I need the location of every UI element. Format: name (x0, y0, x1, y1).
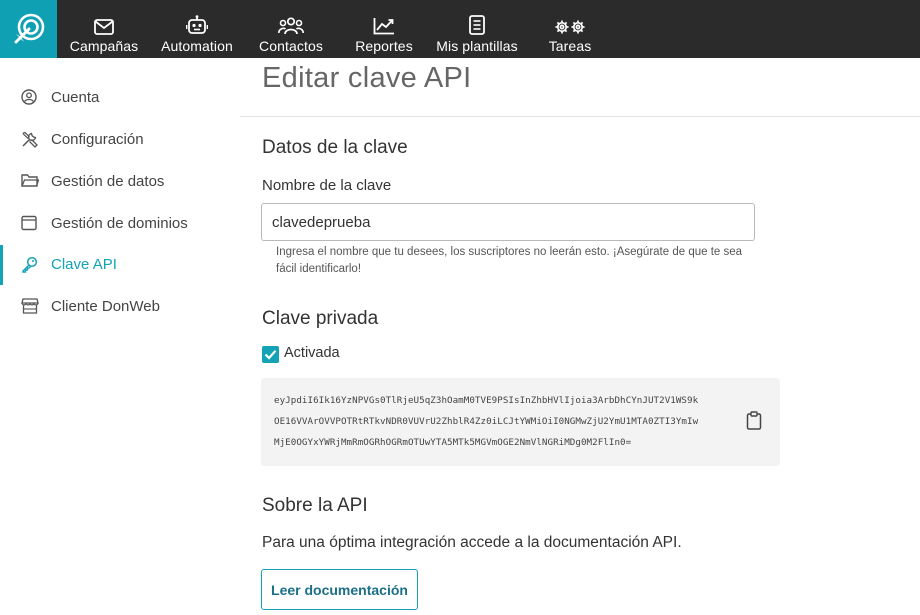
gears-icon (554, 9, 586, 35)
key-name-help-text: Ingresa el nombre que tu desees, los sus… (276, 246, 743, 275)
top-navigation-bar: Campañas Automation Contactos Reportes M… (0, 0, 920, 58)
read-documentation-button[interactable]: Leer documentación (261, 569, 418, 610)
folder-icon (21, 173, 40, 191)
nav-campanas[interactable]: Campañas (70, 0, 138, 58)
page-title: Editar clave API (262, 62, 472, 94)
sidebar-item-label: Gestión de datos (51, 173, 165, 190)
chart-icon (373, 9, 395, 35)
sidebar-item-cuenta[interactable]: Cuenta (0, 78, 240, 118)
target-arrow-logo-icon (14, 13, 44, 44)
nav-reportes[interactable]: Reportes (352, 0, 416, 58)
sidebar-item-gestion-datos[interactable]: Gestión de datos (0, 162, 240, 202)
sidebar-item-label: Cuenta (51, 89, 100, 106)
clipboard-icon (746, 411, 762, 430)
envelope-icon (94, 9, 114, 35)
key-icon (21, 256, 39, 274)
nav-contactos[interactable]: Contactos (258, 0, 324, 58)
sidebar-item-label: Cliente DonWeb (51, 298, 160, 315)
key-name-input[interactable] (261, 203, 755, 241)
document-icon (469, 9, 485, 35)
store-icon (21, 298, 39, 316)
sidebar: Cuenta Configuración Gestión de datos Ge… (0, 58, 240, 615)
private-key-line: MjE0OGYxYWRjMmRmOGRhOGRmOTUwYTA5MTk5MGVm… (274, 437, 632, 448)
tools-icon (21, 131, 39, 149)
logo[interactable] (0, 0, 57, 58)
title-divider (240, 116, 920, 117)
private-key-line: eyJpdiI6Ik16YzNPVGs0TlRjeU5qZ3hOamM0TVE9… (274, 395, 699, 406)
nav-tareas[interactable]: Tareas (544, 0, 596, 58)
about-api-heading: Sobre la API (262, 495, 368, 516)
checkmark-icon (264, 350, 277, 360)
nav-label: Campañas (69, 38, 139, 54)
nav-label: Mis plantillas (436, 38, 518, 54)
sidebar-item-label: Configuración (51, 131, 144, 148)
activated-checkbox[interactable] (262, 346, 279, 363)
private-key-heading: Clave privada (262, 308, 379, 329)
sidebar-item-clave-api[interactable]: Clave API (0, 245, 240, 285)
sidebar-item-label: Gestión de dominios (51, 215, 188, 232)
nav-label: Automation (161, 38, 233, 54)
sidebar-item-label: Clave API (51, 256, 117, 273)
sidebar-item-gestion-dominios[interactable]: Gestión de dominios (0, 204, 240, 244)
key-data-heading: Datos de la clave (262, 137, 408, 158)
nav-label: Reportes (355, 38, 413, 54)
sidebar-item-configuracion[interactable]: Configuración (0, 120, 240, 160)
sidebar-item-cliente-donweb[interactable]: Cliente DonWeb (0, 287, 240, 327)
nav-label: Tareas (548, 38, 592, 54)
key-name-label: Nombre de la clave (262, 177, 392, 194)
about-api-text: Para una óptima integración accede a la … (262, 534, 682, 551)
copy-to-clipboard-button[interactable] (746, 411, 764, 431)
browser-window-icon (21, 215, 39, 233)
nav-mis-plantillas[interactable]: Mis plantillas (436, 0, 518, 58)
nav-label: Contactos (259, 38, 323, 54)
robot-icon (186, 9, 208, 35)
private-key-line: OE16VVArOVVPOTRtRTkvNDR0VUVrU2ZhblR4Zz0i… (274, 416, 699, 427)
activated-checkbox-label: Activada (284, 345, 340, 361)
private-key-box: eyJpdiI6Ik16YzNPVGs0TlRjeU5qZ3hOamM0TVE9… (261, 378, 780, 466)
user-circle-icon (21, 89, 39, 107)
nav-automation[interactable]: Automation (160, 0, 234, 58)
users-icon (278, 9, 304, 35)
